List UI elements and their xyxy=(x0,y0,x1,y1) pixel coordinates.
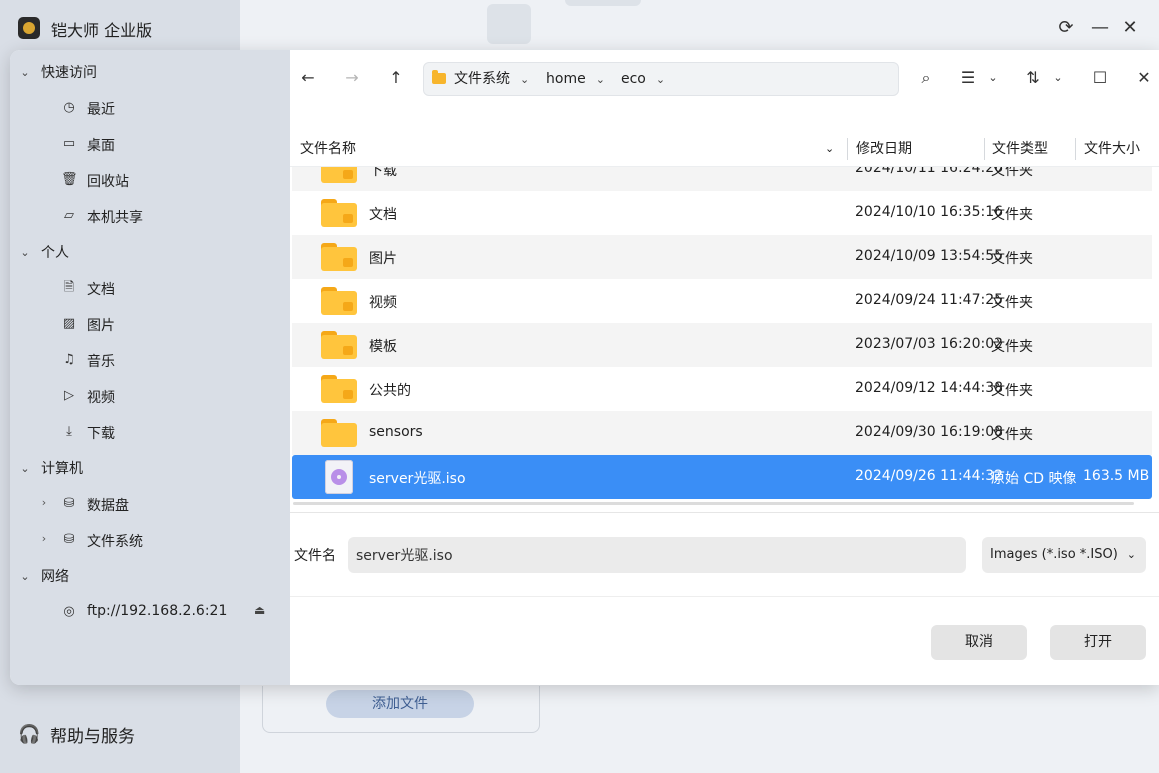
eject-icon[interactable]: ⏏ xyxy=(254,603,265,617)
sidebar-group-quick-access[interactable]: ⌄ 快速访问 xyxy=(10,54,290,90)
table-row-selected[interactable]: server光驱.iso 2024/09/26 11:44:32 原始 CD 映… xyxy=(292,455,1152,499)
folder-icon xyxy=(321,287,357,315)
divider xyxy=(290,512,1159,513)
desktop-icon: ▭ xyxy=(62,136,76,151)
file-list: 下载 2024/10/11 16:24:26 文件夹 文档 2024/10/10… xyxy=(292,167,1152,505)
app-titlebar: 铠大师 企业版 ⟳ — ✕ xyxy=(0,0,1159,56)
video-icon: ▷ xyxy=(64,388,74,403)
help-service-link[interactable]: 🎧 帮助与服务 xyxy=(18,722,135,748)
refresh-icon[interactable]: ⟳ xyxy=(1054,16,1078,40)
chevron-down-icon[interactable]: ⌄ xyxy=(656,73,665,86)
chevron-down-icon[interactable]: ⌄ xyxy=(520,73,529,86)
chevron-down-icon: ⌄ xyxy=(1126,548,1136,561)
forward-button[interactable]: → xyxy=(338,64,366,92)
sidebar-item-share[interactable]: ▱ 本机共享 xyxy=(10,198,290,234)
dialog-sidebar: ⌄ 快速访问 ◷ 最近 ▭ 桌面 🗑 回收站 ▱ 本机共享 ⌄ 个人 🗎 文档 … xyxy=(10,50,290,685)
close-dialog-button[interactable]: ✕ xyxy=(1130,64,1158,92)
add-file-button[interactable]: 添加文件 xyxy=(326,690,474,718)
chevron-down-icon: ⌄ xyxy=(20,569,30,583)
music-icon: ♫ xyxy=(63,352,75,367)
folder-icon xyxy=(321,419,357,447)
chevron-right-icon[interactable]: › xyxy=(38,496,50,509)
chevron-right-icon[interactable]: › xyxy=(38,532,50,545)
chevron-down-icon: ⌄ xyxy=(20,461,30,475)
sidebar-group-computer[interactable]: ⌄ 计算机 xyxy=(10,450,290,486)
app-logo-icon xyxy=(18,17,40,39)
open-button[interactable]: 打开 xyxy=(1050,625,1146,660)
headset-icon: 🎧 xyxy=(18,723,41,745)
column-divider[interactable] xyxy=(847,138,848,160)
up-button[interactable]: ↑ xyxy=(382,64,410,92)
help-label: 帮助与服务 xyxy=(50,727,135,747)
sort-icon[interactable]: ⇅ xyxy=(1019,64,1047,92)
folder-share-icon: ▱ xyxy=(64,208,74,223)
sidebar-item-desktop[interactable]: ▭ 桌面 xyxy=(10,126,290,162)
folder-icon xyxy=(321,331,357,359)
chevron-down-icon[interactable]: ⌄ xyxy=(979,64,1007,92)
chevron-down-icon: ⌄ xyxy=(20,245,30,259)
filename-label: 文件名 xyxy=(294,548,336,564)
drive-icon: ⛁ xyxy=(63,532,75,547)
sidebar-item-downloads[interactable]: ⤓ 下载 xyxy=(10,414,290,450)
sidebar-item-ftp[interactable]: ◎ ftp://192.168.2.6:21 ⏏ xyxy=(10,594,290,630)
column-header-date[interactable]: 修改日期 xyxy=(856,134,912,164)
maximize-button[interactable]: ☐ xyxy=(1086,64,1114,92)
divider xyxy=(290,596,1159,597)
chevron-down-icon[interactable]: ⌄ xyxy=(596,73,605,86)
download-icon: ⤓ xyxy=(66,424,72,439)
sidebar-group-network[interactable]: ⌄ 网络 xyxy=(10,558,290,594)
sidebar-item-music[interactable]: ♫ 音乐 xyxy=(10,342,290,378)
document-icon: 🗎 xyxy=(63,280,75,295)
sidebar-item-trash[interactable]: 🗑 回收站 xyxy=(10,162,290,198)
image-icon: ▨ xyxy=(62,316,76,331)
sidebar-group-personal[interactable]: ⌄ 个人 xyxy=(10,234,290,270)
chevron-down-icon: ⌄ xyxy=(20,65,30,79)
disc-image-icon xyxy=(325,460,353,494)
table-row[interactable]: 文档 2024/10/10 16:35:16 文件夹 xyxy=(292,191,1152,235)
table-row[interactable]: sensors 2024/09/30 16:19:08 文件夹 xyxy=(292,411,1152,455)
filename-input[interactable] xyxy=(348,537,966,573)
file-type-filter[interactable]: Images (*.iso *.ISO) ⌄ xyxy=(982,537,1146,573)
chevron-down-icon[interactable]: ⌄ xyxy=(825,134,834,164)
file-open-dialog: ⌄ 快速访问 ◷ 最近 ▭ 桌面 🗑 回收站 ▱ 本机共享 ⌄ 个人 🗎 文档 … xyxy=(10,50,1159,685)
table-row[interactable]: 视频 2024/09/24 11:47:25 文件夹 xyxy=(292,279,1152,323)
column-header-type[interactable]: 文件类型 xyxy=(992,134,1048,164)
table-row[interactable]: 下载 2024/10/11 16:24:26 文件夹 xyxy=(292,167,1152,191)
network-icon: ◎ xyxy=(63,604,75,619)
column-header-size[interactable]: 文件大小 xyxy=(1084,134,1140,164)
chevron-down-icon[interactable]: ⌄ xyxy=(1044,64,1072,92)
horizontal-scrollbar[interactable] xyxy=(293,502,1134,505)
breadcrumb-filesystem[interactable]: 文件系统 ⌄ xyxy=(432,63,529,95)
search-icon[interactable]: ⌕ xyxy=(912,64,940,92)
table-row[interactable]: 图片 2024/10/09 13:54:55 文件夹 xyxy=(292,235,1152,279)
breadcrumb-eco[interactable]: eco ⌄ xyxy=(621,63,665,95)
breadcrumb-home[interactable]: home ⌄ xyxy=(546,63,605,95)
sidebar-item-filesystem[interactable]: › ⛁ 文件系统 xyxy=(10,522,290,558)
clock-icon: ◷ xyxy=(63,100,75,115)
drive-icon: ⛁ xyxy=(63,496,75,511)
sidebar-item-recent[interactable]: ◷ 最近 xyxy=(10,90,290,126)
minimize-button[interactable]: — xyxy=(1088,16,1112,40)
folder-icon xyxy=(321,167,357,183)
breadcrumb: 文件系统 ⌄ home ⌄ eco ⌄ xyxy=(423,62,899,96)
sidebar-item-documents[interactable]: 🗎 文档 xyxy=(10,270,290,306)
column-divider[interactable] xyxy=(984,138,985,160)
folder-icon xyxy=(321,199,357,227)
sidebar-item-videos[interactable]: ▷ 视频 xyxy=(10,378,290,414)
sidebar-item-pictures[interactable]: ▨ 图片 xyxy=(10,306,290,342)
folder-icon xyxy=(432,70,446,84)
folder-icon xyxy=(321,243,357,271)
list-view-icon[interactable]: ☰ xyxy=(954,64,982,92)
table-row[interactable]: 公共的 2024/09/12 14:44:38 文件夹 xyxy=(292,367,1152,411)
column-divider[interactable] xyxy=(1075,138,1076,160)
app-title: 铠大师 企业版 xyxy=(51,21,153,40)
folder-icon xyxy=(321,375,357,403)
cancel-button[interactable]: 取消 xyxy=(931,625,1027,660)
close-app-button[interactable]: ✕ xyxy=(1118,16,1142,40)
column-header-name[interactable]: 文件名称 xyxy=(300,134,356,164)
sidebar-item-data-disk[interactable]: › ⛁ 数据盘 xyxy=(10,486,290,522)
back-button[interactable]: ← xyxy=(294,64,322,92)
table-row[interactable]: 模板 2023/07/03 16:20:02 文件夹 xyxy=(292,323,1152,367)
trash-icon: 🗑 xyxy=(61,172,78,187)
